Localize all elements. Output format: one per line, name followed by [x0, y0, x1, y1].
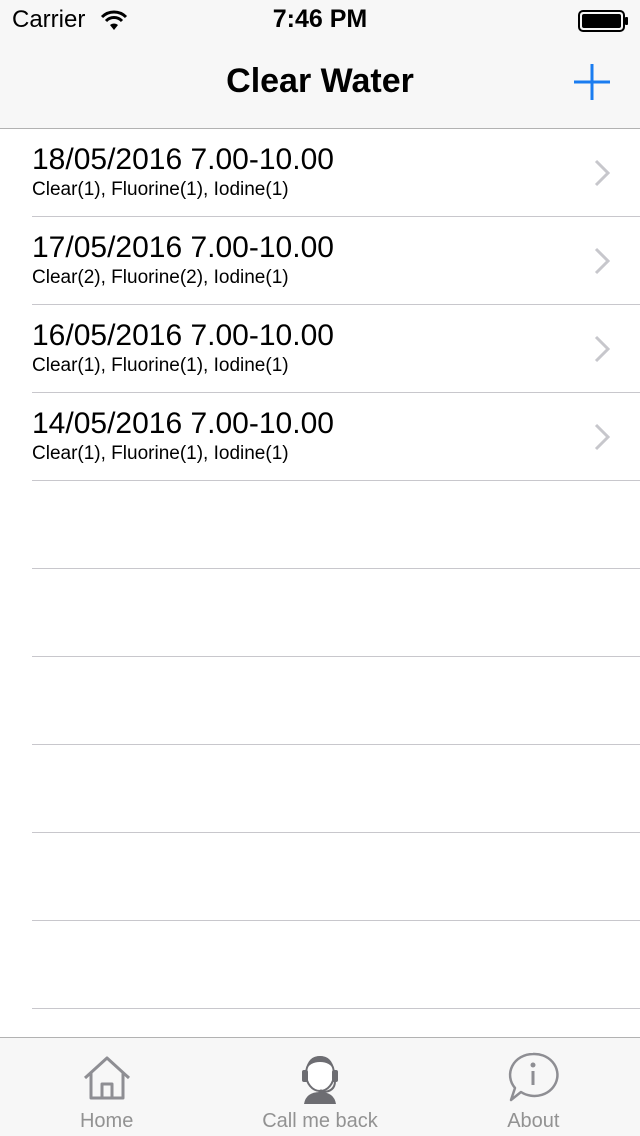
tab-call-me-back[interactable]: Call me back: [213, 1038, 426, 1136]
list-item-title: 14/05/2016 7.00-10.00: [32, 407, 334, 440]
list-item-subtitle: Clear(1), Fluorine(1), Iodine(1): [32, 443, 289, 464]
tab-call-me-back-label: Call me back: [262, 1110, 378, 1132]
home-icon: [83, 1056, 130, 1100]
plus-icon: [574, 64, 610, 100]
status-time: 7:46 PM: [272, 5, 368, 33]
list-item-title: 17/05/2016 7.00-10.00: [32, 231, 334, 264]
list-item-subtitle: Clear(2), Fluorine(2), Iodine(1): [32, 267, 289, 288]
empty-row: [32, 745, 640, 833]
navigation-bar: Clear Water: [0, 40, 640, 129]
chevron-right-icon: [594, 335, 610, 363]
chevron-right-icon: [594, 423, 610, 451]
empty-row: [32, 921, 640, 1009]
battery-icon: [578, 10, 628, 32]
tab-home[interactable]: Home: [0, 1038, 213, 1136]
list-item-title: 16/05/2016 7.00-10.00: [32, 319, 334, 352]
tab-home-label: Home: [79, 1110, 134, 1132]
tab-bar: Home Call me back About: [0, 1037, 640, 1136]
add-button[interactable]: [572, 62, 612, 102]
tab-about[interactable]: About: [427, 1038, 640, 1136]
chevron-right-icon: [594, 247, 610, 275]
list-item[interactable]: 14/05/2016 7.00-10.00 Clear(1), Fluorine…: [32, 393, 640, 481]
status-bar: Carrier 7:46 PM: [0, 0, 640, 40]
tab-about-label: About: [507, 1110, 560, 1132]
list-item-subtitle: Clear(1), Fluorine(1), Iodine(1): [32, 179, 289, 200]
list-item[interactable]: 18/05/2016 7.00-10.00 Clear(1), Fluorine…: [32, 129, 640, 217]
empty-row: [32, 657, 640, 745]
list-item[interactable]: 17/05/2016 7.00-10.00 Clear(2), Fluorine…: [32, 217, 640, 305]
empty-row: [32, 481, 640, 569]
page-title: Clear Water: [226, 62, 414, 100]
list-item-title: 18/05/2016 7.00-10.00: [32, 143, 334, 176]
chevron-right-icon: [594, 159, 610, 187]
list-item-subtitle: Clear(1), Fluorine(1), Iodine(1): [32, 355, 289, 376]
session-list: 18/05/2016 7.00-10.00 Clear(1), Fluorine…: [0, 129, 640, 1009]
empty-row: [32, 569, 640, 657]
empty-row: [32, 833, 640, 921]
list-item[interactable]: 16/05/2016 7.00-10.00 Clear(1), Fluorine…: [32, 305, 640, 393]
headset-person-icon: [301, 1056, 338, 1104]
info-bubble-icon: [509, 1052, 559, 1102]
